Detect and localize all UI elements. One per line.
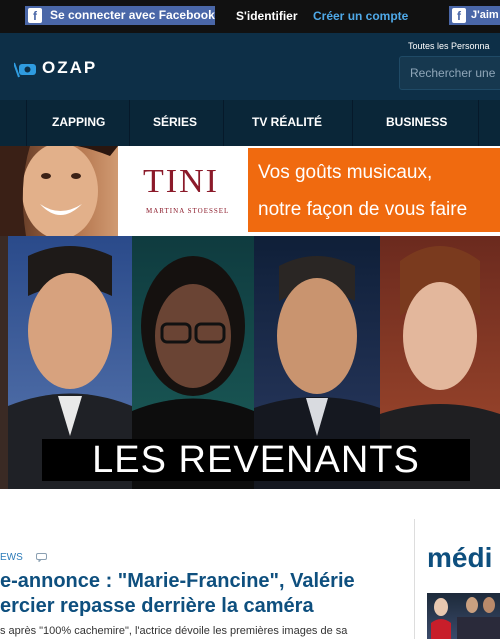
facebook-like-label: J'aim <box>471 9 499 21</box>
facebook-like-icon: f <box>452 8 466 23</box>
search-input[interactable]: Rechercher une <box>399 56 500 90</box>
facebook-icon: f <box>28 8 42 23</box>
facebook-like-button[interactable]: f J'aim <box>449 6 500 25</box>
facebook-connect-button[interactable]: f Se connecter avec Facebook <box>25 6 215 25</box>
logo-tv-icon <box>14 62 36 78</box>
nav-item-tv-realite[interactable]: TV RÉALITÉ <box>252 115 322 129</box>
nav-divider <box>352 100 353 146</box>
ad-brand-title: TINI <box>143 163 219 200</box>
nav-item-zapping[interactable]: ZAPPING <box>52 115 105 129</box>
sidebar-thumbnail[interactable] <box>427 593 500 639</box>
article-summary: s après "100% cachemire", l'actrice dévo… <box>0 625 348 637</box>
nav-divider <box>129 100 130 146</box>
top-bar: f Se connecter avec Facebook S'identifie… <box>0 0 500 33</box>
article-category[interactable]: EWS <box>0 552 23 563</box>
site-logo[interactable]: OZAP <box>42 58 97 78</box>
article-headline[interactable]: e-annonce : "Marie-Francine", Valérie er… <box>0 569 405 619</box>
headline-line-1: e-annonce : "Marie-Francine", Valérie <box>0 570 355 592</box>
hero-portrait-edge <box>0 236 8 489</box>
nav-divider <box>223 100 224 146</box>
signin-link[interactable]: S'identifier <box>236 9 298 23</box>
nav-item-business[interactable]: BUSINESS <box>386 115 447 129</box>
ad-face-illustration <box>0 146 118 236</box>
facebook-connect-label: Se connecter avec Facebook <box>50 8 215 22</box>
ad-line-2: notre façon de vous faire <box>258 199 468 220</box>
hero-feature[interactable]: LES REVENANTS <box>0 236 500 489</box>
content-area: EWS e-annonce : "Marie-Francine", Valéri… <box>0 489 500 639</box>
ad-banner[interactable]: TINI MARTINA STOESSEL Vos goûts musicaux… <box>0 146 500 236</box>
search-placeholder: Rechercher une <box>410 66 496 80</box>
nav-divider <box>26 100 27 146</box>
nav-divider <box>478 100 479 146</box>
headline-line-2: ercier repasse derrière la caméra <box>0 595 314 617</box>
main-nav: ZAPPING SÉRIES TV RÉALITÉ BUSINESS <box>0 100 500 146</box>
personal-link[interactable]: Toutes les Personna <box>408 41 490 51</box>
create-account-link[interactable]: Créer un compte <box>313 9 408 23</box>
sidebar-title[interactable]: médi <box>427 542 492 574</box>
ad-message-box: Vos goûts musicaux, notre façon de vous … <box>248 148 500 232</box>
column-divider <box>414 519 415 639</box>
ad-line-1: Vos goûts musicaux, <box>258 162 433 183</box>
ad-photo <box>0 146 118 236</box>
site-header: OZAP Toutes les Personna Rechercher une <box>0 33 500 100</box>
thumbnail-illustration <box>431 597 500 639</box>
comment-icon[interactable] <box>36 553 47 562</box>
ad-brand-subtitle: MARTINA STOESSEL <box>146 207 230 215</box>
hero-title: LES REVENANTS <box>42 439 470 481</box>
nav-item-series[interactable]: SÉRIES <box>153 115 197 129</box>
